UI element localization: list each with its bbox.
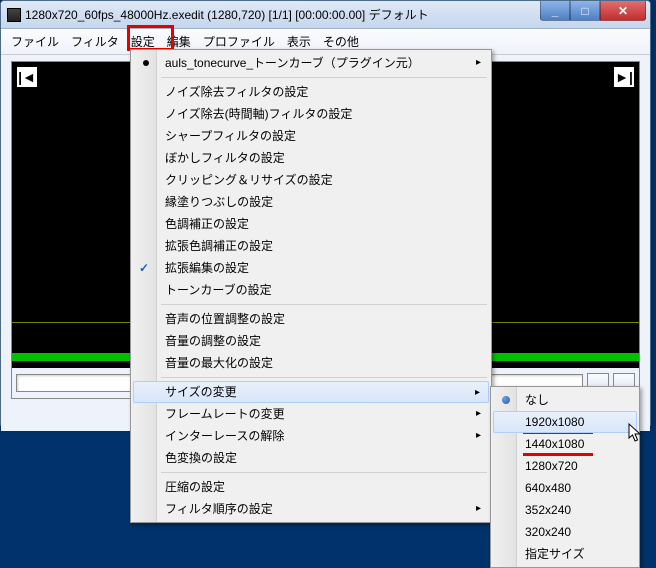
menu-item[interactable]: auls_tonecurve_トーンカーブ（プラグイン元）	[133, 52, 489, 74]
menu-item[interactable]: ぼかしフィルタの設定	[133, 147, 489, 169]
bullet-icon	[143, 60, 149, 66]
menu-item[interactable]: 色変換の設定	[133, 447, 489, 469]
submenu-item[interactable]: 1280x720	[493, 455, 637, 477]
submenu-item[interactable]: 320x240	[493, 521, 637, 543]
menu-item[interactable]: ノイズ除去フィルタの設定	[133, 81, 489, 103]
menu-separator	[161, 377, 487, 378]
submenu-item[interactable]: 1440x1080	[493, 433, 637, 455]
check-icon: ✓	[139, 260, 149, 276]
menu-separator	[161, 472, 487, 473]
menu-item[interactable]: フィルタ順序の設定	[133, 498, 489, 520]
menu-item[interactable]: 音量の調整の設定	[133, 330, 489, 352]
submenu-item[interactable]: 352x240	[493, 499, 637, 521]
menu-item[interactable]: 音声の位置調整の設定	[133, 308, 489, 330]
seek-end-button[interactable]: ►|	[613, 66, 635, 88]
app-icon	[7, 8, 21, 22]
menu-item[interactable]: 拡張色調補正の設定	[133, 235, 489, 257]
menu-item[interactable]: クリッピング＆リサイズの設定	[133, 169, 489, 191]
menu-item[interactable]: 縁塗りつぶしの設定	[133, 191, 489, 213]
settings-dropdown-menu: auls_tonecurve_トーンカーブ（プラグイン元） ノイズ除去フィルタの設…	[130, 49, 492, 523]
seek-start-button[interactable]: |◄	[16, 66, 38, 88]
submenu-item[interactable]: 640x480	[493, 477, 637, 499]
menu-ファイル[interactable]: ファイル	[5, 31, 65, 52]
menu-item[interactable]: 圧縮の設定	[133, 476, 489, 498]
radio-icon	[502, 396, 510, 404]
menu-item[interactable]: サイズの変更	[133, 381, 489, 403]
resize-submenu: なし1920x10801440x10801280x720640x480352x2…	[490, 386, 640, 568]
menu-item[interactable]: 音量の最大化の設定	[133, 352, 489, 374]
menu-item[interactable]: ノイズ除去(時間軸)フィルタの設定	[133, 103, 489, 125]
minimize-button[interactable]: _	[540, 1, 570, 21]
menu-separator	[161, 77, 487, 78]
menu-item[interactable]: シャープフィルタの設定	[133, 125, 489, 147]
menu-item[interactable]: インターレースの解除	[133, 425, 489, 447]
submenu-item[interactable]: 指定サイズ	[493, 543, 637, 565]
menu-item[interactable]: トーンカーブの設定	[133, 279, 489, 301]
titlebar: 1280x720_60fps_48000Hz.exedit (1280,720)…	[1, 1, 650, 29]
menu-item[interactable]: 色調補正の設定	[133, 213, 489, 235]
menu-item[interactable]: 拡張編集の設定✓	[133, 257, 489, 279]
menu-separator	[161, 304, 487, 305]
menu-item[interactable]: フレームレートの変更	[133, 403, 489, 425]
menu-フィルタ[interactable]: フィルタ	[65, 31, 125, 52]
close-button[interactable]: ✕	[600, 1, 646, 21]
cursor-icon	[628, 423, 644, 445]
maximize-button[interactable]: □	[570, 1, 600, 21]
window-title: 1280x720_60fps_48000Hz.exedit (1280,720)…	[25, 6, 429, 23]
submenu-item[interactable]: 1920x1080	[493, 411, 637, 433]
submenu-item[interactable]: なし	[493, 389, 637, 411]
